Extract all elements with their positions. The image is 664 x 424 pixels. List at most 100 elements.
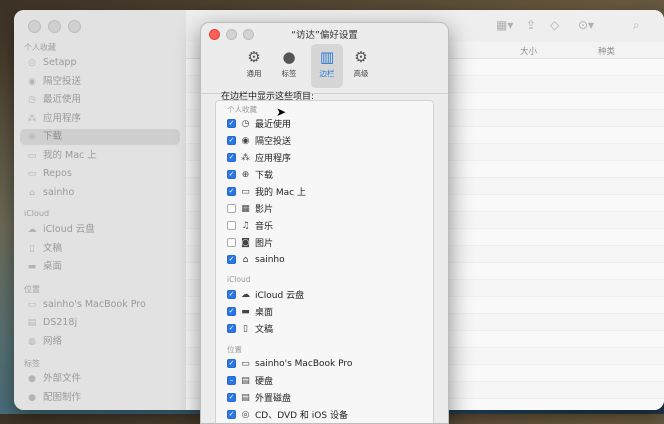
sidebar-icon: ▥ [319,48,335,66]
prefs-title: “访达”偏好设置 [291,30,358,41]
column-size[interactable]: 大小 [520,45,537,57]
tab-label: 通用 [246,69,262,78]
finder-sidebar-item-label: iCloud 云盘 [43,224,95,235]
sidebar-option-row: ✓ ◉ 隔空投送 [227,133,291,148]
finder-sidebar-item[interactable]: ⌂ sainho [20,185,180,201]
finder-sidebar-item-label: sainho's MacBook Pro [43,298,146,310]
sidebar-option-row: ▦ 影片 [227,201,273,216]
checkbox[interactable] [227,238,236,247]
clock-icon: ◷ [28,95,36,105]
option-label: 硬盘 [255,377,274,387]
finder-sidebar-item-label: Repos [43,168,72,179]
finder-sidebar-item[interactable]: ▭ 我的 Mac 上 [20,148,180,164]
finder-sidebar-item[interactable]: ◉ 隔空投送 [20,74,180,90]
folder-icon: ▭ [27,169,37,179]
tab-label: 标签 [281,69,297,78]
finder-sidebar-item[interactable]: ▭ sainho's MacBook Pro [20,297,180,313]
checkbox[interactable]: ✓ [227,359,236,368]
finder-sidebar-item[interactable]: ▬ 桌面 [20,259,180,275]
tab-2[interactable]: ▥ 边栏 [311,44,343,88]
prefs-tabbar: ⚙ 通用 ● 标签 ▥ 边栏 ⚙ 高级 [201,41,448,94]
tab-1[interactable]: ● 标签 [273,44,305,88]
checkbox[interactable]: ✓ [227,187,236,196]
sidebar-option-row: ✓ ☁ iCloud 云盘 [227,287,304,302]
search-icon[interactable]: ⌕ [633,18,640,33]
finder-sidebar-item-label: DS218j [43,317,78,328]
sidebar-section-heading: 标签 [24,359,40,368]
sidebar-option-row: ✓ ▯ 文稿 [227,321,273,336]
group-heading: 位置 [227,345,242,354]
finder-sidebar-item[interactable]: ◎ Setapp [20,55,180,71]
tag-icon: ● [28,374,36,384]
disk-icon: ▤ [27,318,37,328]
checkbox[interactable]: – [227,376,236,385]
option-label: 外置磁盘 [255,394,292,404]
finder-sidebar-item[interactable]: ⁂ 应用程序 [20,111,180,127]
clock-icon: ◷ [241,118,250,129]
zoom-button[interactable] [68,20,81,33]
cd-icon: ◎ [241,409,250,420]
tab-3[interactable]: ⚙ 高级 [345,44,377,88]
option-label: 应用程序 [255,154,292,164]
sidebar-option-row: ✓ ▬ 桌面 [227,304,273,319]
close-button[interactable] [28,20,41,33]
tag-icon[interactable]: ◇ [550,18,559,32]
checkbox[interactable] [227,204,236,213]
doc-icon: ▯ [243,323,248,334]
finder-sidebar-item[interactable]: ◷ 最近使用 [20,92,180,108]
finder-sidebar-item[interactable]: ☁ iCloud 云盘 [20,222,180,238]
finder-sidebar-item[interactable]: ● 外部文件 [20,371,180,387]
column-kind[interactable]: 种类 [598,45,615,57]
app-icon: ◎ [28,58,36,68]
cloud-icon: ☁ [27,225,37,235]
checkbox[interactable] [227,221,236,230]
sidebar-option-row: ✓ ▤ 外置磁盘 [227,390,291,405]
checkbox[interactable]: ✓ [227,410,236,419]
sidebar-option-row: ✓ ⌂ sainho [227,252,285,267]
checkbox[interactable]: ✓ [227,324,236,333]
sidebar-option-row: – ▤ 硬盘 [227,373,273,388]
share-icon[interactable]: ⇪ [526,18,536,32]
finder-sidebar-item[interactable]: ▭ Repos [20,166,180,182]
finder-sidebar: 个人收藏 ◎ Setapp ◉ 隔空投送 ◷ 最近使用 ⁂ 应用程序 ⊕ 下载 ▭ 我的 Mac 上 ▭ R… [14,10,187,410]
film-icon: ▦ [241,203,250,214]
mouse-cursor: ➤ [276,105,287,119]
laptop-icon: ▭ [27,299,37,310]
finder-sidebar-item-label: 外部文件 [43,373,82,384]
checkbox[interactable]: ✓ [227,153,236,162]
checkbox[interactable]: ✓ [227,393,236,402]
checkbox[interactable]: ✓ [227,119,236,128]
option-label: 影片 [255,205,274,215]
apps-icon: ⁂ [241,152,250,163]
tab-label: 高级 [353,69,369,78]
finder-window-controls [28,20,81,33]
finder-sidebar-item-label: 网络 [43,335,63,347]
checkbox[interactable]: ✓ [227,136,236,145]
more-icon[interactable]: ⊙▾ [578,18,594,32]
finder-sidebar-item[interactable]: ● 配图制作 [20,390,180,406]
finder-sidebar-item[interactable]: ▯ 文稿 [20,241,180,257]
minimize-button[interactable] [48,20,61,33]
checkbox[interactable]: ✓ [227,170,236,179]
option-label: 音乐 [255,222,274,232]
checkbox[interactable]: ✓ [227,255,236,264]
finder-sidebar-item-label: 最近使用 [43,94,82,105]
gears-icon: ⚙ [354,48,368,66]
finder-sidebar-item[interactable]: ◍ 网络 [20,334,180,350]
apps-icon: ⁂ [27,113,37,124]
finder-sidebar-item-label: 下载 [43,131,63,142]
checkbox[interactable]: ✓ [227,307,236,316]
option-label: 下载 [255,171,274,181]
view-options-icon[interactable]: ▦▾ [496,18,513,32]
group-heading: 个人收藏 [227,105,257,114]
folder-icon: ▭ [241,186,250,197]
doc-icon: ▯ [29,243,35,254]
checkbox[interactable]: ✓ [227,290,236,299]
sidebar-option-row: ♫ 音乐 [227,218,273,233]
finder-sidebar-item-label: sainho [43,186,75,198]
finder-sidebar-item[interactable]: ⊕ 下载 [20,129,180,145]
finder-sidebar-item[interactable]: ▤ DS218j [20,315,180,331]
home-icon: ⌂ [29,187,35,198]
tab-0[interactable]: ⚙ 通用 [238,44,270,88]
desktop-icon: ▬ [27,262,37,272]
